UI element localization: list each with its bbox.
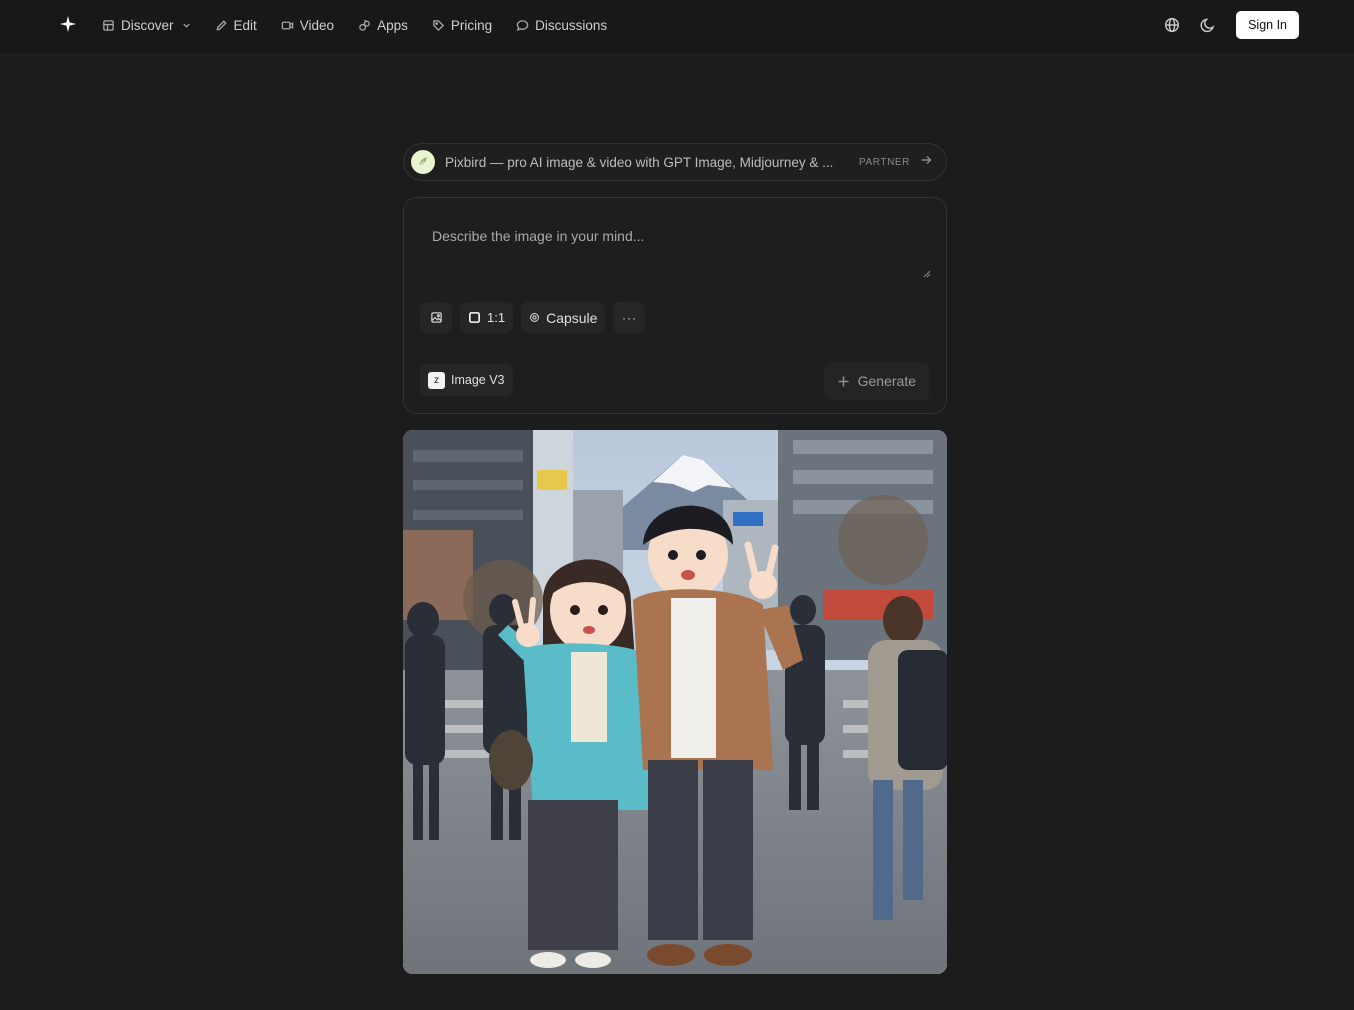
style-value: Capsule <box>546 309 598 326</box>
globe-icon <box>1165 17 1180 33</box>
model-selector[interactable]: z Image V3 <box>420 364 513 396</box>
style-button[interactable]: Capsule <box>521 302 606 333</box>
pencil-icon <box>216 19 227 31</box>
nav-video[interactable]: Video <box>281 18 334 33</box>
partner-tag: PARTNER <box>858 156 910 168</box>
nav-video-label: Video <box>299 17 335 33</box>
generate-button[interactable]: Generate <box>823 362 930 400</box>
video-icon <box>281 21 294 29</box>
nav-apps[interactable]: Apps <box>358 18 408 33</box>
chevron-down-icon <box>182 23 190 28</box>
more-options-button[interactable]: ··· <box>613 302 646 333</box>
sparkle-logo-icon[interactable] <box>59 15 77 33</box>
partner-banner[interactable]: Pixbird — pro AI image & video with GPT … <box>403 143 947 181</box>
image-icon <box>430 312 442 323</box>
nav-discover-label: Discover <box>121 17 174 33</box>
nav-edit[interactable]: Edit <box>215 18 257 33</box>
nav-edit-label: Edit <box>233 17 257 33</box>
upload-image-button[interactable] <box>420 302 452 333</box>
aspect-ratio-button[interactable]: 1:1 <box>460 302 514 333</box>
square-icon <box>469 312 480 323</box>
nav-pricing[interactable]: Pricing <box>432 18 492 33</box>
model-name: Image V3 <box>451 373 505 387</box>
top-right-controls: Sign In <box>1158 11 1299 39</box>
partner-banner-text: Pixbird — pro AI image & video with GPT … <box>445 154 834 170</box>
arrow-right-icon <box>920 153 932 171</box>
apps-icon <box>359 18 370 31</box>
example-image-illustration <box>403 430 947 974</box>
tag-icon <box>433 19 444 31</box>
prompt-composer: 1:1 Capsule ··· z Image V3 Generate <box>403 197 947 414</box>
top-navigation-bar: Discover Edit Video Apps Pricing Discuss… <box>0 0 1354 55</box>
nav-discussions-label: Discussions <box>535 17 608 33</box>
language-button[interactable] <box>1158 11 1186 39</box>
generate-label: Generate <box>857 373 916 389</box>
style-circle-icon <box>530 313 540 322</box>
chat-bubble-icon <box>516 19 529 31</box>
aspect-ratio-value: 1:1 <box>487 310 506 325</box>
main-nav: Discover Edit Video Apps Pricing Discuss… <box>102 0 631 50</box>
discover-icon <box>103 19 114 31</box>
prompt-input[interactable] <box>420 216 932 280</box>
sign-in-button[interactable]: Sign In <box>1236 11 1299 39</box>
plus-icon <box>838 376 849 386</box>
partner-logo-icon <box>411 150 435 174</box>
resize-handle-icon[interactable] <box>922 269 931 278</box>
nav-discover[interactable]: Discover <box>102 18 191 33</box>
nav-pricing-label: Pricing <box>450 17 493 33</box>
model-badge: z <box>428 371 445 389</box>
theme-toggle-button[interactable] <box>1194 11 1222 39</box>
composer-tools: 1:1 Capsule ··· <box>420 302 646 333</box>
more-options-icon: ··· <box>621 310 637 325</box>
example-image <box>403 430 947 974</box>
nav-discussions[interactable]: Discussions <box>516 18 607 33</box>
moon-icon <box>1200 18 1215 33</box>
nav-apps-label: Apps <box>377 17 408 33</box>
